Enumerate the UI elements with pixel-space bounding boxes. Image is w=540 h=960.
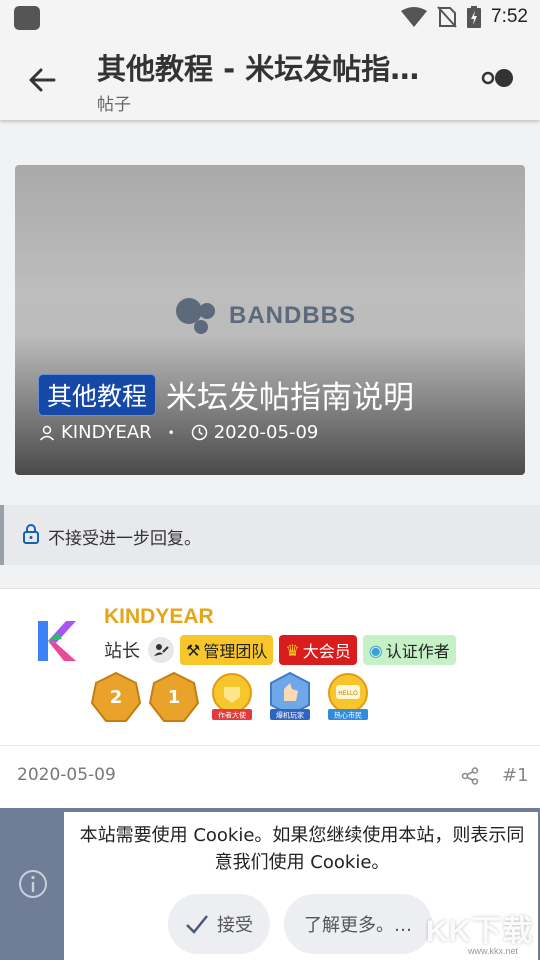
- avatar[interactable]: [24, 611, 84, 671]
- medal-caption: 爆机玩家: [276, 711, 304, 720]
- category-badge[interactable]: 其他教程: [38, 373, 157, 416]
- post-date[interactable]: 2020-05-09: [17, 765, 116, 785]
- cover-title-row: 其他教程 米坛发帖指南说明: [38, 372, 414, 417]
- post-number[interactable]: #1: [502, 765, 529, 786]
- thread-title: 米坛发帖指南说明: [166, 380, 415, 416]
- tag-vip: ♛ 大会员: [279, 635, 357, 665]
- style-toggle-icon[interactable]: [480, 66, 516, 90]
- hello-medal-icon[interactable]: HELLO 热心市民: [322, 671, 374, 723]
- medal-caption: 作者大使: [218, 711, 246, 720]
- tag-admin-team: ⚒ 管理团队: [180, 635, 274, 665]
- wifi-icon: [401, 7, 428, 27]
- learn-more-button[interactable]: 了解更多。…: [284, 894, 432, 954]
- status-bar: 7:52: [0, 0, 540, 36]
- thread-date: 2020-05-09: [213, 422, 319, 443]
- post-card: KINDYEAR 站长 ⚒管理团队 ♛大会员 ◉认证作者 2 1 作者大使: [0, 588, 540, 828]
- app-bar: 其他教程 - 米坛发帖指南… 帖子: [0, 36, 540, 120]
- medal-label: 1: [168, 687, 181, 708]
- check-icon: [186, 915, 208, 934]
- user-icon: [39, 425, 55, 441]
- thread-meta: KINDYEAR • 2020-05-09: [39, 422, 318, 443]
- tools-icon: ⚒: [186, 640, 201, 660]
- notice-text: 不接受进一步回复。: [48, 529, 201, 549]
- thread-author[interactable]: KINDYEAR: [61, 422, 152, 443]
- tag-label: 管理团队: [203, 642, 268, 661]
- status-time: 7:52: [491, 6, 528, 27]
- clock-icon: [191, 424, 207, 441]
- no-sim-icon: [437, 6, 457, 28]
- page-subtitle: 帖子: [97, 95, 131, 115]
- cookie-message: 本站需要使用 Cookie。如果您继续使用本站，则表示同意我们使用 Cookie…: [79, 825, 525, 873]
- divider: [0, 745, 540, 746]
- explorer-medal-icon[interactable]: 爆机玩家: [264, 671, 316, 723]
- user-roles: 站长 ⚒ 管理团队 ♛ 大会员 ◉ 认证作者: [104, 635, 456, 665]
- locked-notice: 不接受进一步回复。: [0, 505, 540, 565]
- battery-charging-icon: [467, 6, 482, 28]
- author-ambassador-medal-icon[interactable]: 作者大使: [206, 671, 258, 723]
- forum-logo: BANDBBS: [175, 297, 356, 335]
- status-icons: 7:52: [401, 6, 528, 28]
- medal-label: HELLO: [338, 690, 358, 697]
- badge-icon: ◉: [368, 640, 383, 660]
- back-arrow-icon[interactable]: [22, 60, 62, 100]
- learn-more-label: 了解更多。…: [304, 915, 412, 936]
- medal-row: 2 1 作者大使 爆机玩家 HELLO 热心市民: [90, 671, 374, 723]
- admin-key-icon: [148, 637, 174, 663]
- watermark-url: www.kkx.net: [468, 946, 519, 956]
- medal-caption: 热心市民: [334, 711, 362, 720]
- info-icon: [19, 870, 47, 898]
- tag-label: 认证作者: [385, 642, 450, 661]
- post-author-name[interactable]: KINDYEAR: [104, 605, 214, 629]
- app-notification-icon: [14, 6, 40, 30]
- tag-verified-author: ◉ 认证作者: [362, 635, 456, 665]
- logo-text: BANDBBS: [229, 302, 356, 329]
- page-title: 其他教程 - 米坛发帖指南…: [97, 52, 447, 86]
- crown-icon: ♛: [285, 640, 300, 660]
- accept-label: 接受: [217, 915, 253, 936]
- bandbbs-logo-icon: [176, 298, 215, 334]
- tag-label: 大会员: [302, 642, 351, 661]
- share-icon[interactable]: [461, 767, 479, 785]
- medal-1-icon[interactable]: 1: [148, 671, 200, 723]
- watermark-text: KK下载: [426, 915, 534, 948]
- accept-cookie-button[interactable]: 接受: [168, 894, 270, 954]
- medal-2-icon[interactable]: 2: [90, 671, 142, 723]
- thread-cover: BANDBBS 其他教程 米坛发帖指南说明 KINDYEAR • 2020-05…: [15, 165, 525, 475]
- meta-separator: •: [167, 425, 175, 440]
- lock-icon: [23, 524, 39, 544]
- medal-label: 2: [110, 687, 123, 708]
- user-title: 站长: [104, 641, 140, 662]
